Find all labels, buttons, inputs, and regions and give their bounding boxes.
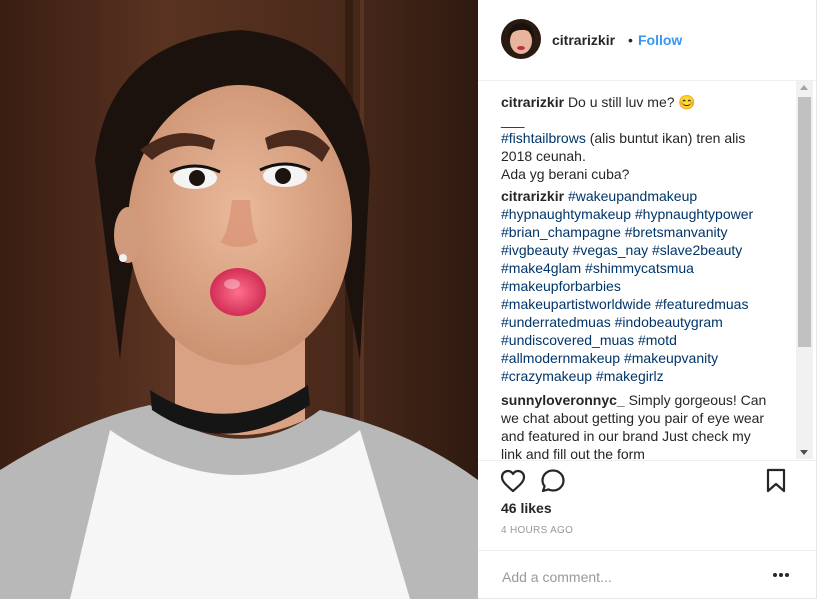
post-panel: citrarizkir • Follow citrarizkir Do u st… [478,0,817,599]
comment-line: citrarizkir Do u still luv me? 😊 [501,93,783,111]
hashtag-comment: citrarizkir #wakeupandmakeup #hypnaughty… [501,187,783,385]
hashtag-line[interactable]: #hypnaughtymakeup #hypnaughtypower [501,205,783,223]
comments-list: citrarizkir Do u still luv me? 😊 ___ #fi… [478,81,796,459]
more-dot [785,573,789,577]
caption-comment: citrarizkir Do u still luv me? 😊 ___ #fi… [501,93,783,183]
comment-line: 2018 ceunah. [501,148,586,164]
more-options-icon[interactable] [773,573,789,579]
comment-line: #fishtailbrows (alis buntut ikan) tren a… [501,129,783,147]
comment-line: and featured in our brand Just check my [501,428,751,444]
add-comment-input[interactable] [500,566,754,588]
likes-count[interactable]: 46 likes [501,500,552,516]
comment-username[interactable]: sunnyloveronnyc_ [501,392,625,408]
add-comment-bar [478,550,816,601]
scroll-down-arrow-icon[interactable] [800,450,808,455]
hashtag-line[interactable]: #brian_champagne #bretsmanvanity [501,223,783,241]
post-header: citrarizkir • Follow [478,0,816,81]
avatar[interactable] [501,19,541,59]
post-timestamp[interactable]: 4 HOURS AGO [501,525,573,536]
comment-text: (alis buntut ikan) tren alis [585,130,746,146]
comment-line: citrarizkir #wakeupandmakeup [501,187,783,205]
comment-line: ___ [501,112,525,128]
scrollbar-thumb[interactable] [798,97,811,347]
hashtag-line[interactable]: #undiscovered_muas #motd [501,331,783,349]
comment-line: Ada yg berani cuba? [501,166,630,182]
comment-text: Do u still luv me? 😊 [567,94,696,110]
comment-line: we chat about getting you pair of eye we… [501,410,765,426]
comment-username[interactable]: citrarizkir [501,94,564,110]
hashtag-line[interactable]: #ivgbeauty #vegas_nay #slave2beauty [501,241,783,259]
more-dot [773,573,777,577]
follow-button[interactable]: Follow [638,32,682,48]
post-photo[interactable] [0,0,478,599]
hashtag-line[interactable]: #makeupartistworldwide #featuredmuas [501,295,783,313]
hashtag-link[interactable]: #wakeupandmakeup [568,188,697,204]
post-image [0,0,478,599]
hashtag-line[interactable]: #crazymakeup #makegirlz [501,367,783,385]
heart-icon[interactable] [500,469,526,498]
comment-text: Simply gorgeous! Can [628,392,767,408]
scroll-up-arrow-icon[interactable] [800,85,808,90]
comment-line: link and fill out the form [501,446,645,459]
hashtag-link[interactable]: #fishtailbrows [501,130,586,146]
separator-dot: • [628,32,633,48]
user-comment: sunnyloveronnyc_ Simply gorgeous! Can we… [501,391,783,459]
comment-line: sunnyloveronnyc_ Simply gorgeous! Can [501,391,783,409]
comment-username[interactable]: citrarizkir [501,188,564,204]
post-actions: 46 likes 4 HOURS AGO [478,460,816,601]
hashtag-line[interactable]: #make4glam #shimmycatsmua [501,259,783,277]
bookmark-icon[interactable] [765,468,787,499]
hashtag-line[interactable]: #underratedmuas #indobeautygram [501,313,783,331]
hashtag-line[interactable]: #allmodernmakeup #makeupvanity [501,349,783,367]
avatar-image [501,19,541,59]
speech-bubble-icon[interactable] [540,468,566,499]
hashtag-line[interactable]: #makeupforbarbies [501,277,783,295]
comments-scrollbar[interactable] [796,81,813,459]
header-username[interactable]: citrarizkir [552,32,615,48]
more-dot [779,573,783,577]
